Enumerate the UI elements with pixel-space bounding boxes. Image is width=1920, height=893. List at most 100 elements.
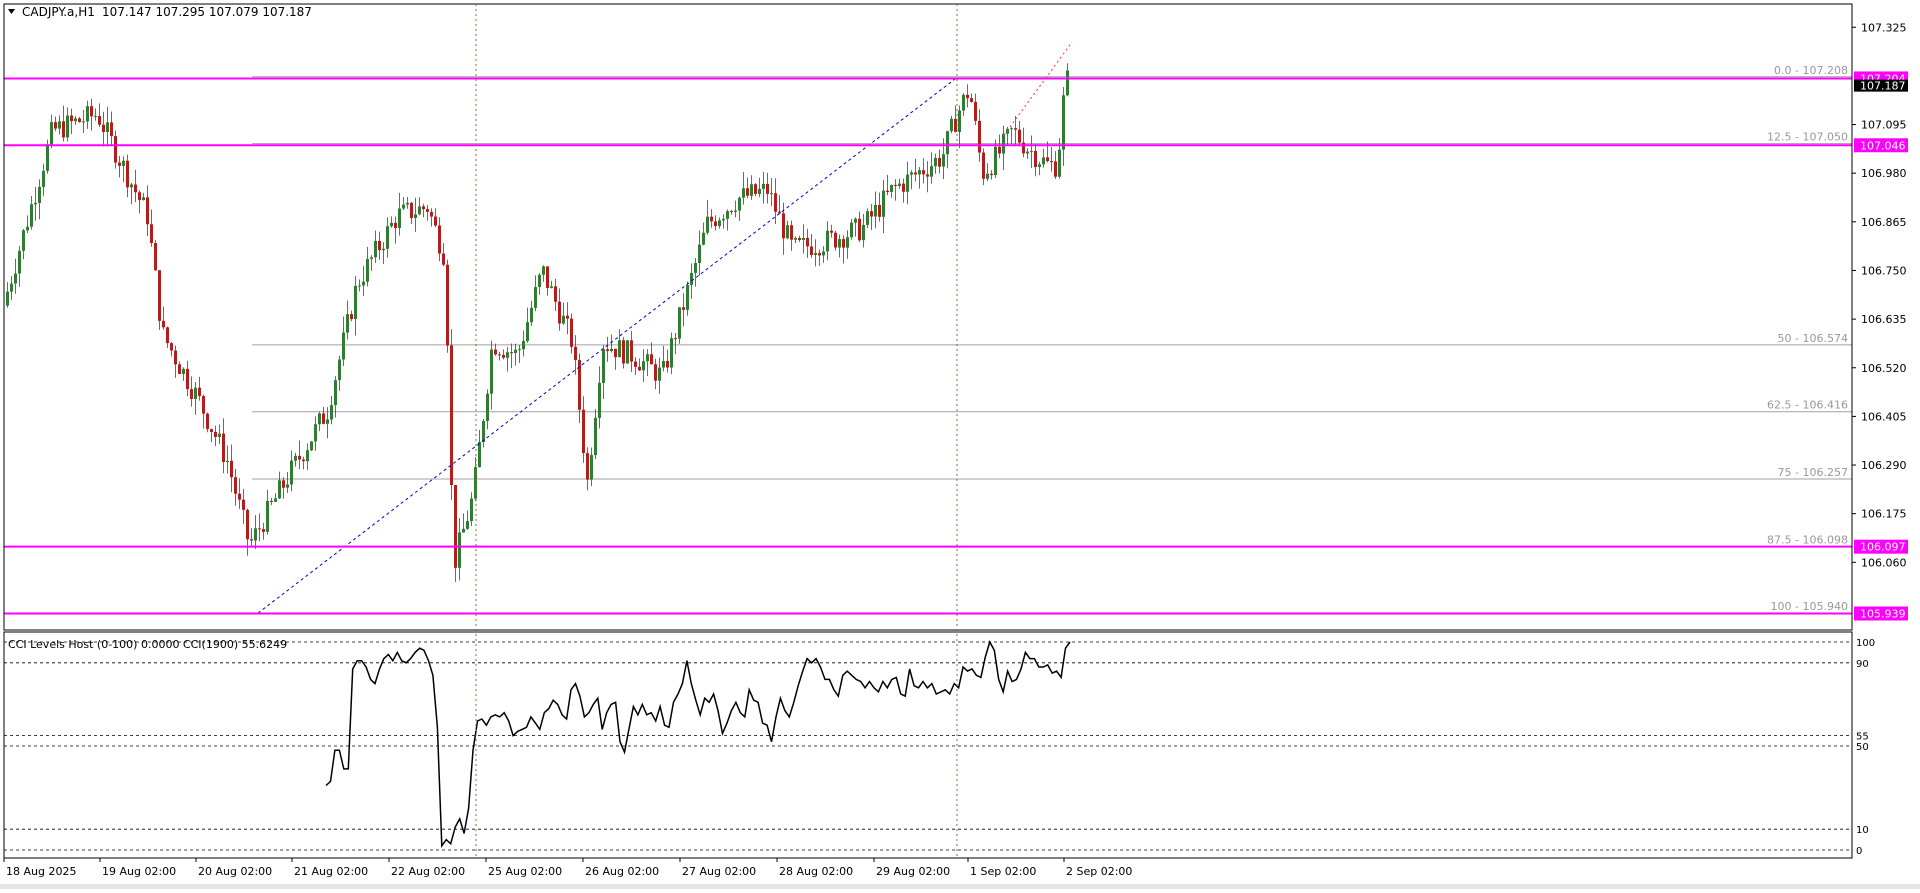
candle-body[interactable]	[930, 166, 933, 177]
candle-body[interactable]	[110, 122, 113, 137]
candle-body[interactable]	[474, 467, 477, 499]
candle-body[interactable]	[998, 146, 1001, 154]
candle-body[interactable]	[166, 327, 169, 344]
candle-body[interactable]	[682, 307, 685, 310]
candle-body[interactable]	[374, 240, 377, 258]
candle-body[interactable]	[678, 307, 681, 339]
candle-body[interactable]	[634, 361, 637, 367]
candle-body[interactable]	[226, 460, 229, 462]
candle-body[interactable]	[770, 193, 773, 195]
candle-body[interactable]	[450, 345, 453, 486]
candle-body[interactable]	[590, 455, 593, 480]
candle-body[interactable]	[630, 340, 633, 362]
candle-body[interactable]	[430, 211, 433, 217]
candle-body[interactable]	[646, 354, 649, 362]
candle-body[interactable]	[1038, 164, 1041, 168]
candle-body[interactable]	[858, 218, 861, 241]
candle-body[interactable]	[270, 500, 273, 502]
candle-body[interactable]	[486, 393, 489, 421]
candle-body[interactable]	[790, 225, 793, 240]
candle-body[interactable]	[826, 230, 829, 252]
candle-body[interactable]	[778, 211, 781, 214]
candle-body[interactable]	[842, 239, 845, 248]
candle-body[interactable]	[722, 218, 725, 221]
candle-body[interactable]	[130, 184, 133, 188]
candle-body[interactable]	[250, 539, 253, 541]
candle-body[interactable]	[1046, 157, 1049, 162]
candle-body[interactable]	[158, 270, 161, 321]
candle-body[interactable]	[182, 368, 185, 374]
candle-body[interactable]	[286, 484, 289, 488]
candle-body[interactable]	[854, 218, 857, 223]
candle-body[interactable]	[554, 286, 557, 302]
candle-body[interactable]	[830, 230, 833, 233]
candle-body[interactable]	[442, 253, 445, 265]
candle-body[interactable]	[1034, 150, 1037, 168]
candle-body[interactable]	[318, 413, 321, 425]
candle-body[interactable]	[254, 528, 257, 541]
candle-body[interactable]	[10, 283, 13, 292]
candle-body[interactable]	[238, 493, 241, 500]
candle-body[interactable]	[686, 285, 689, 310]
candle-body[interactable]	[230, 460, 233, 478]
candle-body[interactable]	[298, 455, 301, 460]
candle-body[interactable]	[1054, 161, 1057, 177]
candle-body[interactable]	[1050, 161, 1053, 163]
candle-body[interactable]	[766, 183, 769, 194]
candle-body[interactable]	[198, 387, 201, 397]
candle-body[interactable]	[142, 197, 145, 201]
candle-body[interactable]	[1018, 129, 1021, 143]
candle-body[interactable]	[62, 121, 65, 138]
candle-body[interactable]	[174, 350, 177, 365]
candle-body[interactable]	[454, 485, 457, 568]
candle-body[interactable]	[530, 307, 533, 323]
candle-body[interactable]	[574, 346, 577, 360]
candle-body[interactable]	[738, 197, 741, 211]
candle-body[interactable]	[934, 157, 937, 167]
candle-body[interactable]	[710, 216, 713, 222]
candle-body[interactable]	[42, 170, 45, 187]
candle-body[interactable]	[26, 226, 29, 231]
candle-body[interactable]	[594, 417, 597, 456]
candle-body[interactable]	[218, 433, 221, 437]
candle-body[interactable]	[1062, 95, 1065, 150]
candle-body[interactable]	[518, 349, 521, 351]
candle-body[interactable]	[582, 409, 585, 454]
candle-body[interactable]	[210, 429, 213, 432]
candle-body[interactable]	[870, 211, 873, 217]
candle-body[interactable]	[278, 480, 281, 499]
candle-body[interactable]	[154, 242, 157, 271]
candle-body[interactable]	[78, 118, 81, 123]
candle-body[interactable]	[894, 184, 897, 187]
candle-body[interactable]	[654, 364, 657, 381]
candle-body[interactable]	[598, 382, 601, 418]
candle-body[interactable]	[546, 266, 549, 288]
candle-body[interactable]	[586, 453, 589, 480]
trading-chart[interactable]: 107.325 107.095 106.980 106.865 106.750 106.6…	[0, 0, 1920, 889]
candle-body[interactable]	[330, 405, 333, 420]
candle-body[interactable]	[306, 450, 309, 462]
candle-body[interactable]	[758, 188, 761, 194]
candle-body[interactable]	[754, 184, 757, 194]
candle-body[interactable]	[670, 338, 673, 368]
candle-body[interactable]	[482, 420, 485, 442]
candle-body[interactable]	[970, 98, 973, 102]
candle-body[interactable]	[398, 208, 401, 228]
candle-body[interactable]	[838, 239, 841, 248]
candle-body[interactable]	[206, 413, 209, 430]
candle-body[interactable]	[966, 94, 969, 99]
candle-body[interactable]	[338, 359, 341, 381]
candle-body[interactable]	[658, 367, 661, 381]
candle-body[interactable]	[694, 262, 697, 273]
candle-body[interactable]	[294, 455, 297, 461]
candle-body[interactable]	[522, 340, 525, 350]
candle-body[interactable]	[978, 120, 981, 153]
candle-body[interactable]	[950, 118, 953, 132]
candle-body[interactable]	[726, 211, 729, 219]
candle-body[interactable]	[310, 441, 313, 451]
candle-body[interactable]	[414, 214, 417, 219]
candle-body[interactable]	[34, 202, 37, 205]
candle-body[interactable]	[802, 237, 805, 241]
candle-body[interactable]	[470, 498, 473, 522]
candle-body[interactable]	[426, 209, 429, 212]
